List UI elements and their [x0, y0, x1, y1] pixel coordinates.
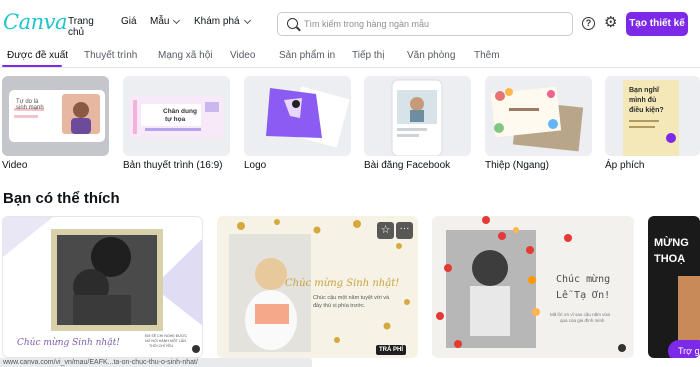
category-presentation[interactable]: Chân dung tự họa — [123, 76, 230, 156]
card1-small-2: NÓ NÓI HÀNH MỘT LẦN — [145, 338, 186, 343]
paid-indicator-icon — [618, 344, 626, 352]
template-card[interactable]: Chúc mừng Sinh nhật! EM SẼ CHI NGHE ĐƯỢC… — [2, 216, 203, 358]
card2-small-2: đầy thú vị phía trước. — [313, 303, 366, 309]
favorite-star-icon[interactable]: ☆ — [377, 222, 394, 239]
poster-thumb-text-1: Bạn nghĩ — [629, 87, 660, 94]
template-card[interactable]: Chúc mừng Sinh nhật! Chúc cậu một năm tu… — [217, 216, 418, 358]
template-preview: MỪNG THOẠ — [654, 236, 700, 346]
video-thumbnail: Tự do là sinh mạnh — [9, 90, 105, 142]
card-thumbnail — [490, 86, 584, 152]
category-video[interactable]: Tự do là sinh mạnh — [2, 76, 109, 156]
template-card[interactable]: MỪNG THOẠ Trợ giú — [648, 216, 700, 358]
card2-small-1: Chúc cậu một năm tuyệt vời và — [313, 295, 390, 301]
category-presentation-label: Bản thuyết trình (16:9) — [123, 160, 223, 171]
category-facebook-post-label: Bài đăng Facebook — [364, 160, 451, 171]
active-tab-indicator — [2, 65, 62, 67]
poster-thumb-text-3: điều kiện? — [629, 105, 664, 114]
top-header: Canva Trang chủ Giá Mẫu Khám phá ? ⚙ Tạo… — [0, 0, 700, 46]
search-input[interactable] — [304, 16, 564, 32]
search-icon — [287, 18, 298, 29]
section-title: Bạn có thể thích — [3, 190, 120, 207]
chevron-down-icon — [243, 16, 251, 24]
create-design-button[interactable]: Tạo thiết kế — [626, 12, 688, 36]
template-card[interactable]: Chúc mừng Lễ Tạ Ơn! Mã lời ơn vì sao cậu… — [432, 216, 634, 358]
link-status-bar: www.canva.com/vi_vn/mau/EAFK...ta-on-chu… — [0, 358, 312, 367]
presentation-thumb-text-1: Chân dung — [163, 108, 197, 115]
category-logo[interactable] — [244, 76, 351, 156]
tab-office[interactable]: Văn phòng — [407, 50, 455, 61]
tab-recommended[interactable]: Được đề xuất — [7, 50, 68, 61]
card3-title-2: Lễ Tạ Ơn! — [556, 289, 610, 301]
card4-title-1: MỪNG — [654, 236, 689, 249]
category-logo-label: Logo — [244, 160, 267, 171]
help-chat-button[interactable]: Trợ giú — [668, 340, 700, 358]
chevron-down-icon — [173, 16, 181, 24]
category-poster-label: Áp phích — [605, 160, 645, 171]
poster-thumbnail: Bạn nghĩ mình đủ điều kiện? — [623, 80, 679, 156]
poster-thumb-text-2: mình đủ — [629, 97, 656, 104]
facebook-post-thumbnail — [391, 79, 443, 156]
category-poster[interactable]: Bạn nghĩ mình đủ điều kiện? — [605, 76, 700, 156]
category-video-label: Video — [2, 160, 28, 171]
template-preview: Chúc mừng Lễ Tạ Ơn! Mã lời ơn vì sao cậu… — [436, 216, 626, 352]
nav-home[interactable]: Trang chủ — [68, 16, 94, 38]
search-bar[interactable] — [277, 12, 573, 36]
gear-icon[interactable]: ⚙ — [604, 15, 617, 30]
card1-title: Chúc mừng Sinh nhật! — [17, 337, 120, 348]
template-preview: Chúc mừng Sinh nhật! EM SẼ CHI NGHE ĐƯỢC… — [3, 217, 202, 353]
presentation-thumb-text-2: tự họa — [165, 116, 186, 123]
logo-thumbnail — [266, 86, 350, 148]
help-icon[interactable]: ? — [582, 17, 595, 30]
nav-discover[interactable]: Khám phá — [194, 16, 251, 27]
nav-pricing[interactable]: Giá — [121, 16, 137, 27]
category-card-label: Thiệp (Ngang) — [485, 160, 549, 171]
tab-print-products[interactable]: Sản phẩm in — [279, 50, 335, 61]
card1-small-1: EM SẼ CHI NGHE ĐƯỢC — [145, 333, 187, 338]
card4-title-2: THOẠ — [654, 253, 685, 265]
paid-badge: TRẢ PHÍ — [376, 345, 406, 355]
more-options-icon[interactable]: ··· — [396, 222, 413, 239]
card3-title-1: Chúc mừng — [556, 273, 610, 285]
tab-video[interactable]: Video — [230, 50, 255, 61]
paid-indicator-icon — [192, 345, 200, 353]
tab-more[interactable]: Thêm — [474, 50, 500, 61]
tab-marketing[interactable]: Tiếp thị — [352, 50, 384, 61]
category-tabs: Được đề xuất Thuyết trình Mạng xã hội Vi… — [0, 46, 700, 68]
tab-social-media[interactable]: Mạng xã hội — [158, 50, 212, 61]
card2-title: Chúc mừng Sinh nhật! — [285, 278, 399, 289]
nav-templates[interactable]: Mẫu — [150, 16, 181, 27]
card3-small-1: Mã lời ơn vì sao cậu năm vừa — [550, 312, 610, 317]
presentation-thumbnail: Chân dung tự họa — [129, 96, 224, 138]
category-facebook-post[interactable] — [364, 76, 471, 156]
card1-small-3: THÔI CHỈ YÊU — [149, 343, 173, 348]
canva-logo[interactable]: Canva — [3, 10, 68, 34]
video-thumb-text-2: sinh mạnh — [16, 105, 44, 111]
category-card[interactable] — [485, 76, 592, 156]
card3-small-2: qua của gia đình mình — [560, 317, 605, 323]
tab-presentations[interactable]: Thuyết trình — [84, 50, 137, 61]
